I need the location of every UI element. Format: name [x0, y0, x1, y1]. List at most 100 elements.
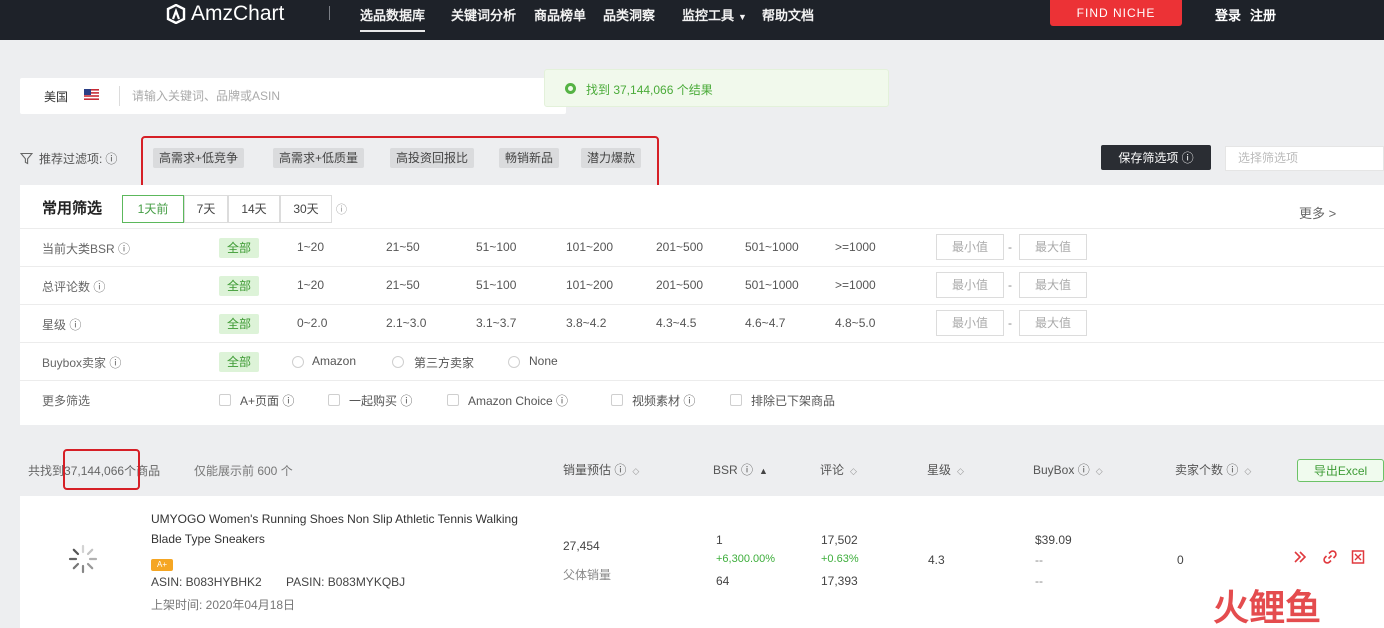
rating-option[interactable]: 4.3~4.5 [656, 316, 696, 330]
period-14-days[interactable]: 14天 [228, 195, 280, 223]
col-reviews[interactable]: 评论 ◇ [820, 461, 857, 478]
login-link[interactable]: 登录 [1215, 5, 1241, 24]
period-30-days[interactable]: 30天 [280, 195, 332, 223]
reviews-all[interactable]: 全部 [219, 276, 260, 296]
reviews-max-input[interactable]: 最大值 [1019, 272, 1087, 298]
marketplace-selector[interactable]: 美国 [44, 88, 68, 105]
period-1-day[interactable]: 1天前 [122, 195, 184, 223]
product-asin[interactable]: ASIN: B083HYBHK2 [151, 575, 262, 589]
option-a-plus[interactable]: A+页面 ⓘ [240, 392, 294, 409]
bsr-all[interactable]: 全部 [219, 238, 260, 258]
bsr-min-input[interactable]: 最小值 [936, 234, 1004, 260]
bsr-option[interactable]: >=1000 [835, 240, 876, 254]
save-filter-button[interactable]: 保存筛选项 ⓘ [1101, 145, 1211, 170]
buybox-option-none[interactable]: None [529, 354, 558, 368]
option-a-plus-text: A+页面 [240, 394, 280, 408]
reviews-option[interactable]: 201~500 [656, 278, 703, 292]
col-sales-estimate[interactable]: 销量预估 ⓘ ◇ [563, 461, 639, 478]
radio-third-party[interactable] [392, 356, 404, 368]
rating-option[interactable]: 3.8~4.2 [566, 316, 606, 330]
reviews-option[interactable]: >=1000 [835, 278, 876, 292]
reviews-min-input[interactable]: 最小值 [936, 272, 1004, 298]
rating-option[interactable]: 2.1~3.0 [386, 316, 426, 330]
help-icon[interactable]: ⓘ [105, 150, 117, 167]
rating-max-input[interactable]: 最大值 [1019, 310, 1087, 336]
buybox-option-amazon[interactable]: Amazon [312, 354, 356, 368]
reviews-change: +0.63% [821, 553, 859, 565]
option-video-text: 视频素材 [632, 394, 681, 408]
bsr-option[interactable]: 501~1000 [745, 240, 799, 254]
rating-option[interactable]: 0~2.0 [297, 316, 327, 330]
reviews-label: 总评论数 ⓘ [42, 280, 106, 294]
excel-export-icon[interactable] [1350, 549, 1366, 565]
top-navigation: AmzChart 选品数据库 关键词分析 商品榜单 品类洞察 监控工具 ▼ 帮助文… [0, 0, 1384, 40]
col-seller-count[interactable]: 卖家个数 ⓘ ◇ [1175, 461, 1251, 478]
nav-monitor-tools-label: 监控工具 [682, 8, 735, 23]
link-icon[interactable] [1322, 549, 1338, 565]
export-excel-button[interactable]: 导出Excel [1297, 459, 1384, 482]
reviews-option[interactable]: 51~100 [476, 278, 516, 292]
reviews-value: 17,502 [821, 533, 858, 547]
nav-help-docs[interactable]: 帮助文档 [762, 5, 814, 24]
col-buybox[interactable]: BuyBox ⓘ ◇ [1033, 461, 1103, 478]
nav-product-rankings[interactable]: 商品榜单 [534, 5, 586, 24]
rating-option[interactable]: 4.8~5.0 [835, 316, 875, 330]
bsr-option[interactable]: 51~100 [476, 240, 516, 254]
option-video[interactable]: 视频素材 ⓘ [632, 392, 695, 409]
bsr-option[interactable]: 21~50 [386, 240, 420, 254]
reviews-option[interactable]: 501~1000 [745, 278, 799, 292]
buybox-option-third-party[interactable]: 第三方卖家 [414, 354, 474, 371]
rating-min-input[interactable]: 最小值 [936, 310, 1004, 336]
checkbox-bought-together[interactable] [328, 394, 340, 406]
rating-all[interactable]: 全部 [219, 314, 260, 334]
amzchart-logo-icon [166, 4, 186, 24]
buybox-all[interactable]: 全部 [219, 352, 260, 372]
reviews-option[interactable]: 21~50 [386, 278, 420, 292]
rating-option[interactable]: 4.6~4.7 [745, 316, 785, 330]
brand-logo[interactable]: AmzChart [166, 2, 284, 26]
bsr-max-input[interactable]: 最大值 [1019, 234, 1087, 260]
buybox-label-text: Buybox卖家 [42, 356, 107, 370]
success-icon [565, 83, 576, 94]
col-reviews-label: 评论 [820, 463, 845, 477]
nav-category-insight[interactable]: 品类洞察 [603, 5, 655, 24]
reviews-option[interactable]: 1~20 [297, 278, 324, 292]
nav-product-database[interactable]: 选品数据库 [360, 5, 426, 32]
recommend-filter-text: 推荐过滤项: [39, 152, 103, 166]
col-bsr[interactable]: BSR ⓘ ▲ [713, 461, 768, 478]
product-title[interactable]: UMYOGO Women's Running Shoes Non Slip At… [151, 509, 531, 549]
option-amazon-choice-text: Amazon Choice [468, 394, 553, 408]
product-row[interactable]: UMYOGO Women's Running Shoes Non Slip At… [20, 496, 1384, 628]
search-input[interactable] [132, 86, 542, 106]
checkbox-a-plus[interactable] [219, 394, 231, 406]
checkbox-exclude-delisted[interactable] [730, 394, 742, 406]
nav-keyword-analysis[interactable]: 关键词分析 [451, 5, 516, 24]
search-divider [119, 86, 120, 106]
product-parent-asin[interactable]: PASIN: B083MYKQBJ [286, 575, 405, 589]
register-link[interactable]: 注册 [1250, 5, 1276, 24]
option-exclude-delisted[interactable]: 排除已下架商品 [751, 392, 835, 409]
row-divider [20, 380, 1384, 381]
option-bought-together[interactable]: 一起购买 ⓘ [349, 392, 412, 409]
help-icon[interactable]: ⓘ [336, 201, 347, 217]
col-rating[interactable]: 星级 ◇ [927, 461, 964, 478]
more-filters-link[interactable]: 更多 > [1299, 203, 1336, 222]
radio-amazon[interactable] [292, 356, 304, 368]
rating-label-text: 星级 [42, 318, 67, 332]
period-7-days[interactable]: 7天 [184, 195, 228, 223]
reviews-option[interactable]: 101~200 [566, 278, 613, 292]
nav-monitor-tools[interactable]: 监控工具 ▼ [682, 5, 747, 24]
checkbox-video[interactable] [611, 394, 623, 406]
double-chevron-right-icon[interactable] [1292, 549, 1308, 565]
filter-preset-select[interactable]: 选择筛选项 [1225, 146, 1384, 171]
find-niche-button[interactable]: FIND NICHE [1050, 0, 1182, 26]
bsr-option[interactable]: 201~500 [656, 240, 703, 254]
checkbox-amazon-choice[interactable] [447, 394, 459, 406]
radio-none[interactable] [508, 356, 520, 368]
option-amazon-choice[interactable]: Amazon Choice ⓘ [468, 392, 568, 409]
bsr-option[interactable]: 101~200 [566, 240, 613, 254]
buybox-sub: -- [1035, 574, 1043, 588]
nav-divider [329, 6, 330, 20]
rating-option[interactable]: 3.1~3.7 [476, 316, 516, 330]
bsr-option[interactable]: 1~20 [297, 240, 324, 254]
